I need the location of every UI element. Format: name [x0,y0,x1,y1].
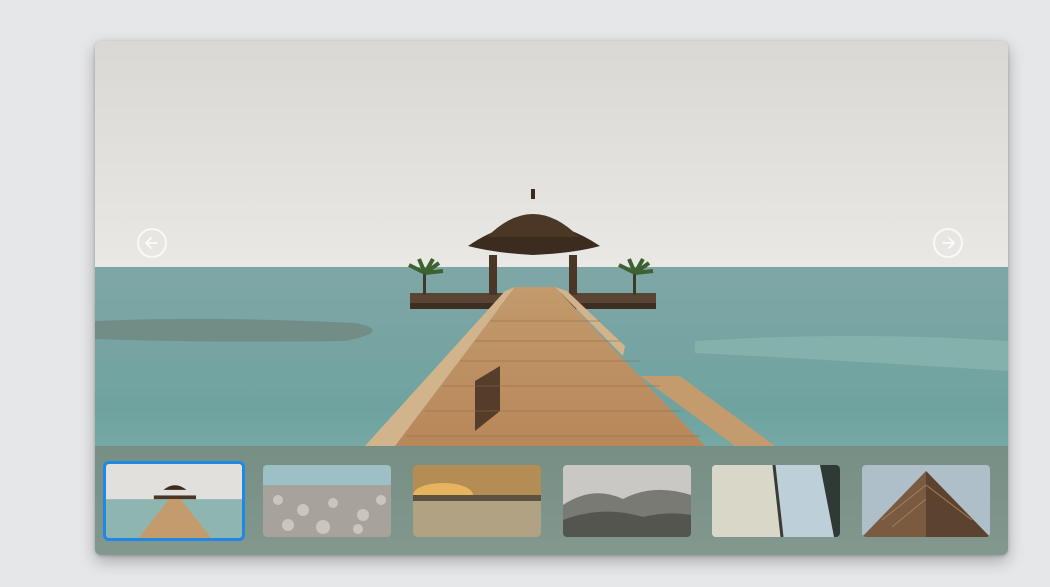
thumbnail-image [413,465,541,537]
thumbnail-strip [95,446,1008,555]
image-gallery [95,41,1008,555]
thumbnail-image [106,464,242,538]
thumbnail-5[interactable] [712,465,840,537]
thumbnail-2[interactable] [263,465,391,537]
thumbnail-image [712,465,840,537]
next-button[interactable] [933,228,963,258]
thumbnail-3[interactable] [413,465,541,537]
arrow-left-icon [145,237,158,249]
thumbnail-image [563,465,691,537]
thumbnail-image [862,465,990,537]
thumbnail-6[interactable] [862,465,990,537]
arrow-right-icon [942,237,955,249]
thumbnail-1[interactable] [103,461,245,541]
thumbnail-image [263,465,391,537]
thumbnail-4[interactable] [563,465,691,537]
previous-button[interactable] [137,228,167,258]
